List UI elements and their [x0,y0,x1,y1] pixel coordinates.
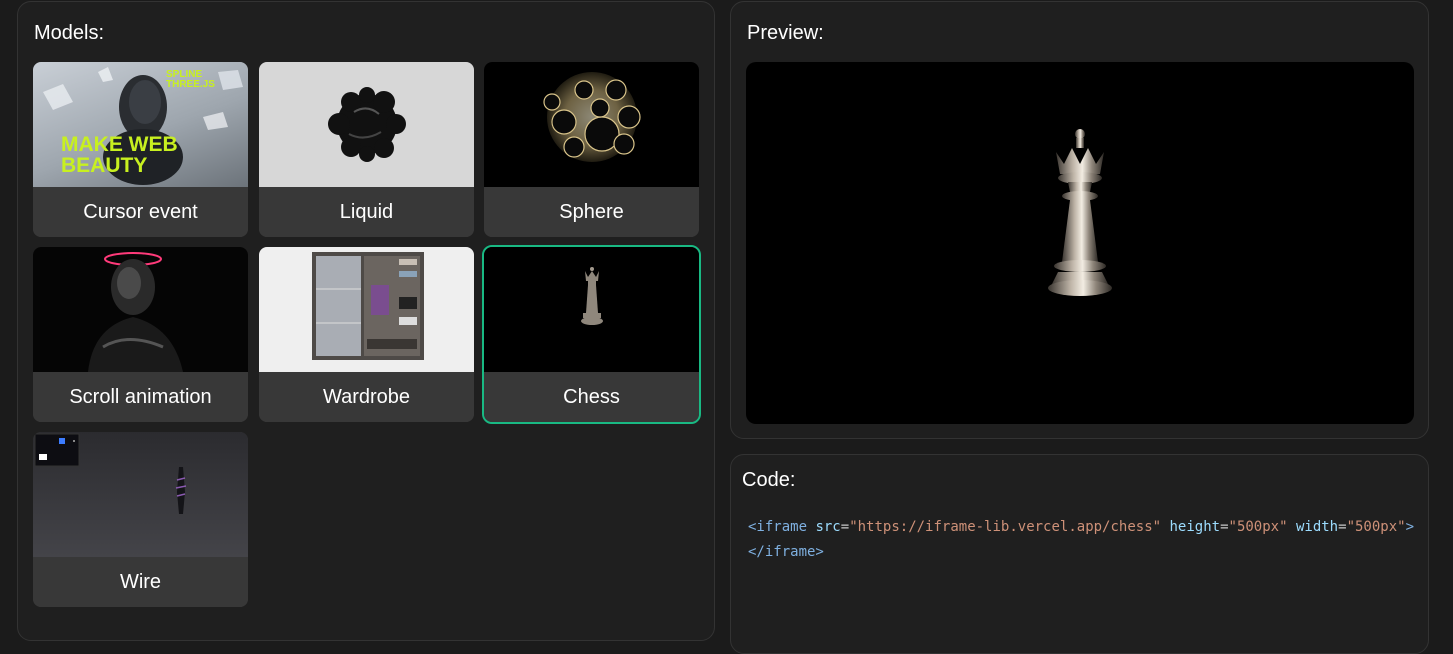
sphere-thumbnail [484,62,699,187]
model-card-wire[interactable]: Wire [33,432,248,607]
code-attr-width: width [1295,519,1339,535]
wardrobe-thumbnail [259,247,474,372]
scroll-animation-thumbnail [33,247,248,372]
model-card-label: Cursor event [33,187,248,237]
code-equals: = [840,519,850,535]
chess-queen-render [1048,129,1112,296]
models-title: Models: [34,22,105,44]
code-val-src: "https://iframe-lib.vercel.app/chess" [849,519,1162,535]
preview-panel: Preview: [730,1,1429,439]
model-card-label: Chess [484,372,699,422]
models-panel: Models: SPLINE THREE.JS MAKE WEB BEAUTY … [17,1,715,641]
embed-code-snippet[interactable]: <iframe src="https://iframe-lib.vercel.a… [748,515,1414,565]
liquid-thumbnail [259,62,474,187]
preview-frame[interactable] [746,62,1414,424]
model-card-chess[interactable]: Chess [482,245,701,424]
code-panel: Code: <iframe src="https://iframe-lib.ve… [730,454,1429,654]
code-val-width: "500px" [1346,519,1406,535]
model-card-label: Scroll animation [33,372,248,422]
model-card-scroll-animation[interactable]: Scroll animation [33,247,248,422]
model-card-label: Wardrobe [259,372,474,422]
model-card-wardrobe[interactable]: Wardrobe [259,247,474,422]
code-equals: = [1338,519,1347,535]
model-card-liquid[interactable]: Liquid [259,62,474,237]
model-card-label: Wire [33,557,248,607]
code-val-height: "500px" [1228,519,1288,535]
model-card-cursor-event[interactable]: SPLINE THREE.JS MAKE WEB BEAUTY Cursor e… [33,62,248,237]
chess-thumbnail [484,247,699,372]
code-title: Code: [742,469,796,491]
model-card-label: Sphere [484,187,699,237]
model-card-sphere[interactable]: Sphere [484,62,699,237]
model-card-label: Liquid [259,187,474,237]
code-tag-open: <iframe [748,519,808,535]
cursor-event-thumb-top-text: SPLINE THREE.JS [166,69,215,90]
cursor-event-thumbnail: SPLINE THREE.JS MAKE WEB BEAUTY [33,62,248,187]
wire-thumbnail [33,432,248,557]
code-attr-src: src [815,519,841,535]
code-attr-height: height [1169,519,1221,535]
preview-title: Preview: [747,22,824,44]
code-equals: = [1220,519,1229,535]
cursor-event-thumb-main-text: MAKE WEB BEAUTY [61,133,178,177]
